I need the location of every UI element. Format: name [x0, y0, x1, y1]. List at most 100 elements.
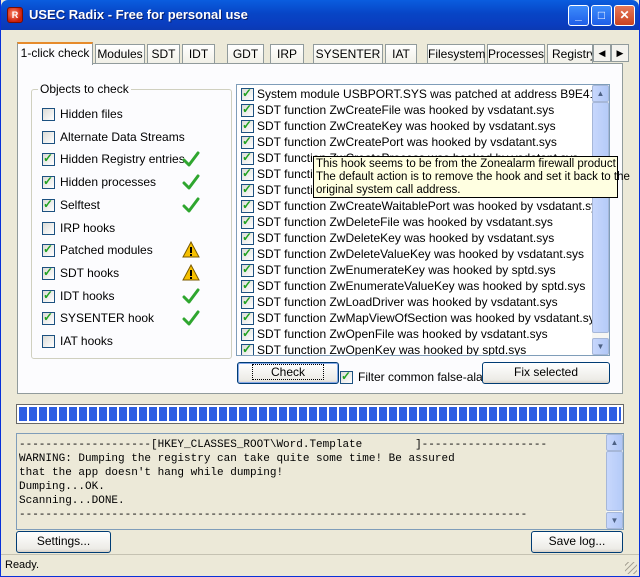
checkbox-box[interactable]: [42, 221, 55, 235]
tab-irp[interactable]: IRP: [270, 44, 304, 64]
ok-checkmark-icon: [182, 197, 200, 213]
checkbox-box[interactable]: [42, 174, 55, 190]
progress-fill: [19, 407, 621, 421]
result-checkbox[interactable]: [241, 342, 254, 355]
ok-checkmark-icon: [182, 151, 200, 167]
result-checkbox[interactable]: [241, 230, 254, 245]
checkbox-box[interactable]: [42, 242, 55, 258]
warning-icon: [182, 241, 200, 258]
result-checkbox[interactable]: [241, 166, 254, 181]
object-checkbox-label: Selftest: [60, 197, 101, 212]
filter-checkbox-box[interactable]: [340, 369, 353, 384]
result-text: SDT function ZwDeleteValueKey was hooked…: [257, 247, 585, 261]
check-button[interactable]: Check: [237, 362, 339, 384]
result-checkbox[interactable]: [241, 214, 254, 229]
checkbox-box[interactable]: [42, 108, 55, 121]
result-checkbox[interactable]: [241, 294, 254, 309]
ok-checkmark-icon: [182, 288, 200, 304]
ok-checkmark-icon: [182, 310, 200, 326]
tab-sdt[interactable]: SDT: [147, 44, 180, 64]
close-icon: ✕: [619, 8, 630, 22]
scroll-thumb[interactable]: [606, 451, 623, 511]
checkbox-box[interactable]: [42, 130, 55, 144]
result-checkbox[interactable]: [241, 310, 254, 325]
resize-grip-icon[interactable]: [625, 562, 637, 574]
tab-scroll-left-icon[interactable]: ◀: [593, 44, 611, 62]
minimize-icon: _: [575, 8, 582, 22]
status-bar: Ready.: [1, 554, 639, 576]
tab-strip: 1-click check Modules SDT IDT GDT IRP SY…: [17, 42, 637, 65]
log-line: that the app doesn't hang while dumping!: [19, 467, 284, 479]
checkbox-box[interactable]: [42, 288, 55, 303]
result-text: SDT function ZwCreatePort was hooked by …: [257, 135, 557, 149]
settings-button[interactable]: Settings...: [16, 531, 111, 553]
tab-processes[interactable]: Processes: [487, 44, 545, 64]
tab-iat[interactable]: IAT: [385, 44, 417, 64]
scroll-down-icon[interactable]: ▼: [606, 512, 623, 529]
result-checkbox[interactable]: [241, 278, 254, 293]
close-button[interactable]: ✕: [614, 5, 635, 26]
result-checkbox[interactable]: [241, 102, 254, 117]
scroll-up-icon[interactable]: ▲: [592, 85, 609, 102]
result-checkbox[interactable]: [241, 118, 254, 133]
result-checkbox[interactable]: [241, 134, 254, 149]
result-checkbox[interactable]: [241, 326, 254, 341]
objects-group-title: Objects to check: [38, 82, 131, 96]
results-scrollbar[interactable]: ▲ ▼: [592, 85, 609, 355]
result-text: System module USBPORT.SYS was patched at…: [257, 87, 610, 101]
result-checkbox[interactable]: [241, 262, 254, 277]
objects-group: Objects to check Hidden files Alternate D…: [31, 82, 232, 359]
maximize-button[interactable]: □: [591, 5, 612, 26]
log-line: WARNING: Dumping the registry can take q…: [19, 453, 455, 465]
results-list[interactable]: System module USBPORT.SYS was patched at…: [236, 84, 610, 356]
tab-sysenter[interactable]: SYSENTER: [313, 44, 383, 64]
result-text: SDT function ZwDeleteKey was hooked by v…: [257, 231, 555, 245]
checkbox-box[interactable]: [42, 197, 55, 212]
ok-checkmark-icon: [182, 174, 200, 190]
filter-checkbox-label: Filter common false-alarms: [358, 370, 503, 384]
object-checkbox-label: Hidden Registry entries: [60, 152, 185, 167]
fix-selected-button[interactable]: Fix selected: [482, 362, 610, 384]
checkbox-box[interactable]: [42, 151, 55, 167]
app-icon: R: [7, 7, 23, 23]
result-text: SDT function ZwEnumerateValueKey was hoo…: [257, 279, 586, 293]
result-checkbox[interactable]: [241, 86, 254, 101]
result-checkbox[interactable]: [241, 182, 254, 197]
object-checkbox-label: Hidden processes: [60, 175, 157, 190]
tab-idt[interactable]: IDT: [182, 44, 215, 64]
tab-modules[interactable]: Modules: [95, 44, 145, 64]
result-text: SDT function ZwMapViewOfSection was hook…: [257, 311, 601, 325]
checkbox-box[interactable]: [42, 335, 55, 348]
object-checkbox-label: Alternate Data Streams: [60, 129, 185, 144]
scan-progress-bar: [16, 404, 624, 424]
log-scrollbar[interactable]: ▲ ▼: [606, 434, 623, 529]
checkbox-box[interactable]: [42, 265, 55, 280]
result-checkbox[interactable]: [241, 150, 254, 165]
minimize-button[interactable]: _: [568, 5, 589, 26]
scroll-thumb[interactable]: [592, 102, 609, 333]
tooltip-line: original system call address.: [316, 184, 461, 196]
object-checkbox-label: SYSENTER hook: [60, 311, 155, 326]
window-title: USEC Radix - Free for personal use: [29, 7, 248, 22]
result-text: SDT function ZwOpenFile was hooked by vs…: [257, 327, 548, 341]
log-output[interactable]: --------------------[HKEY_CLASSES_ROOT\W…: [16, 433, 624, 530]
log-line: ----------------------------------------…: [19, 509, 528, 521]
main-window: R USEC Radix - Free for personal use _ □…: [0, 0, 640, 577]
warning-icon: [182, 263, 200, 281]
tooltip-line: This hook seems to be from the Zonealarm…: [316, 158, 616, 170]
checkbox-box[interactable]: [42, 310, 55, 326]
object-checkbox-label: IRP hooks: [60, 220, 116, 235]
scroll-down-icon[interactable]: ▼: [592, 338, 609, 355]
tab-registry[interactable]: Registry: [547, 44, 593, 64]
title-bar[interactable]: R USEC Radix - Free for personal use _ □…: [1, 0, 639, 30]
result-text: SDT function ZwCreateKey was hooked by v…: [257, 119, 556, 133]
result-checkbox[interactable]: [241, 198, 254, 213]
save-log-button[interactable]: Save log...: [531, 531, 623, 553]
tab-1-click-check[interactable]: 1-click check: [17, 42, 93, 65]
tab-panel-1-click-check: Objects to check Hidden files Alternate D…: [17, 63, 623, 394]
tab-scroll-right-icon[interactable]: ▶: [611, 44, 629, 62]
tab-gdt[interactable]: GDT: [227, 44, 264, 64]
scroll-up-icon[interactable]: ▲: [606, 434, 623, 451]
tab-filesystem[interactable]: Filesystem: [427, 44, 485, 64]
result-checkbox[interactable]: [241, 246, 254, 261]
